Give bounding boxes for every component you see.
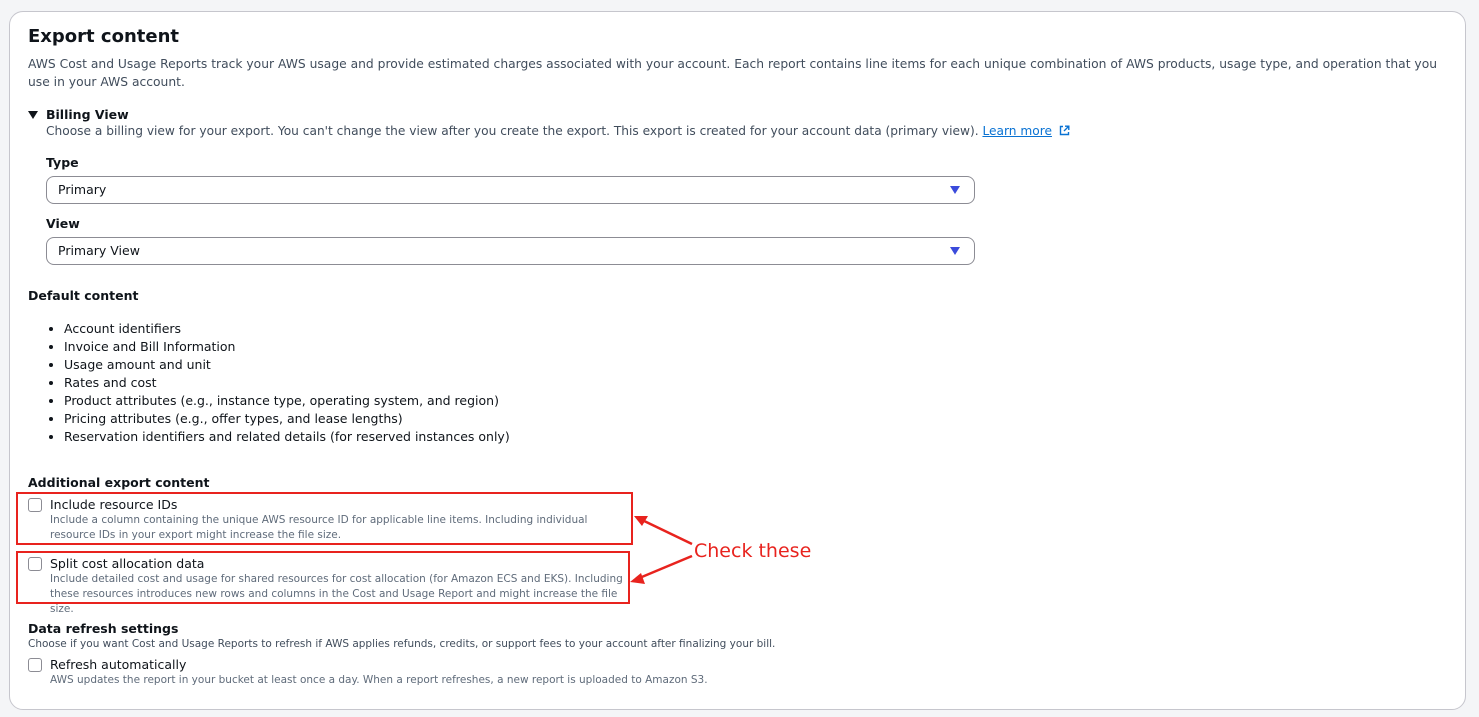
refresh-automatically-description: AWS updates the report in your bucket at… — [50, 674, 708, 686]
annotation-arrows — [630, 516, 693, 584]
refresh-description: Choose if you want Cost and Usage Report… — [28, 638, 776, 650]
refresh-heading: Data refresh settings — [28, 621, 179, 636]
refresh-automatically-checkbox[interactable] — [28, 658, 42, 672]
annotation-label: Check these — [694, 540, 812, 562]
refresh-automatically-option: Refresh automatically AWS updates the re… — [28, 657, 928, 688]
refresh-automatically-label: Refresh automatically — [50, 657, 187, 672]
